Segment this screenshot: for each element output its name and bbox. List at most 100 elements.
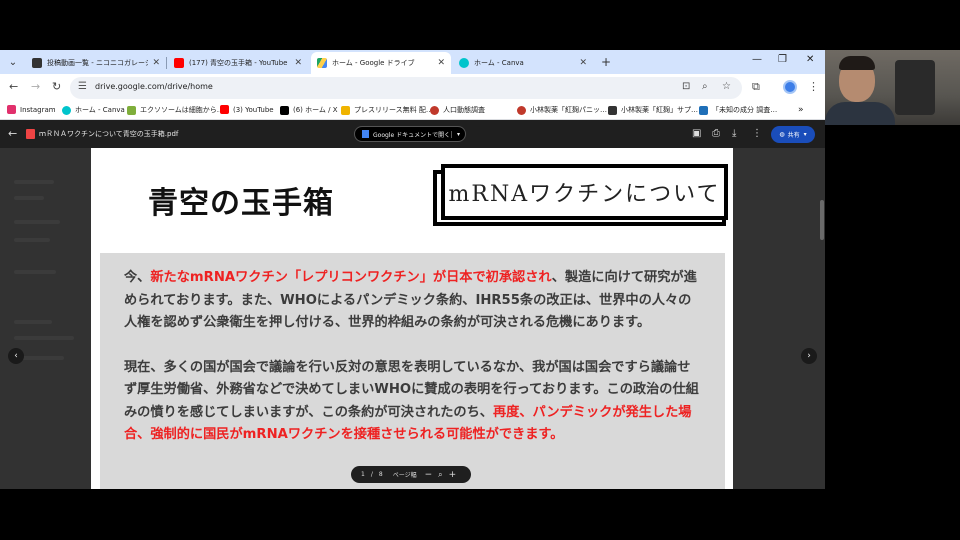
download-icon[interactable]: ⤓ (732, 128, 736, 139)
instagram-icon (7, 105, 16, 114)
open-with-label: Google ドキュメントで開く (373, 131, 451, 139)
ghost-line (14, 196, 44, 200)
share-label: 共有 (787, 132, 800, 139)
menu-kebab-icon[interactable]: ⋮ (808, 80, 819, 93)
browser-toolbar: ← → ↻ ☰ drive.google.com/drive/home ⊡ ⌕ … (0, 74, 825, 102)
highlighted-text: 新たなmRNAワクチン「レプリコンワクチン」が日本で初承認され (150, 270, 552, 285)
new-tab-icon[interactable]: + (601, 55, 611, 69)
close-tab-icon[interactable]: ✕ (152, 58, 160, 68)
tab-divider (166, 57, 167, 69)
tab-search-icon[interactable]: ⌄ (5, 54, 21, 70)
news-icon (608, 105, 617, 115)
paragraph-2: 現在、多くの国が国会で議論を行い反対の意思を表明しているなか、我が国は国会ですら… (124, 357, 701, 447)
survey-icon (430, 105, 439, 115)
google-docs-icon (362, 130, 369, 138)
close-tab-icon[interactable]: ✕ (437, 58, 445, 68)
tab-title: (177) 青空の玉手箱 - YouTube (189, 59, 288, 67)
webcam-overlay (825, 50, 960, 125)
background-drive-list (8, 160, 78, 480)
bookmark-star-icon[interactable]: ☆ (722, 81, 731, 92)
subtitle-box: mRNAワクチンについて (441, 164, 728, 220)
back-icon[interactable]: ← (9, 80, 18, 93)
bookmark-label: ホーム - Canva (75, 106, 125, 114)
tab-youtube[interactable]: (177) 青空の玉手箱 - YouTube ✕ (168, 52, 308, 74)
bookmarks-bar: Instagram ホーム - Canva エクソソームは細胞から… (3) Y… (0, 102, 825, 120)
more-bookmarks-icon[interactable]: » (798, 105, 804, 115)
tab-title: ホーム - Google ドライブ (332, 59, 415, 67)
screen: ⌄ 投稿動画一覧 - ニコニコガレージ ✕ (177) 青空の玉手箱 - You… (0, 0, 960, 540)
bookmark-label: 小林製薬「紅麹」サプ… (621, 106, 698, 114)
tab-canva[interactable]: ホーム - Canva ✕ (453, 52, 593, 74)
install-app-icon[interactable]: ⊡ (682, 81, 690, 92)
bookmark-label: 小林製薬「紅麹パニッ… (530, 106, 607, 114)
bookmark-kobayashi-2[interactable]: 小林製薬「紅麹」サプ… (608, 105, 698, 115)
reload-icon[interactable]: ↻ (52, 80, 61, 93)
restore-icon[interactable]: ❐ (778, 54, 787, 65)
previous-file-icon[interactable]: ‹ (8, 348, 24, 364)
bookmark-label: 「未知の成分 調査… (712, 106, 778, 114)
close-tab-icon[interactable]: ✕ (579, 58, 587, 68)
bookmark-label: エクソソームは細胞から… (140, 106, 224, 114)
bookmark-unknown-ingredient[interactable]: 「未知の成分 調査… (699, 105, 777, 115)
youtube-favicon-icon (174, 58, 184, 68)
bookmark-x[interactable]: (6) ホーム / X (280, 105, 338, 115)
background-furniture (895, 60, 935, 115)
paragraph-1: 今、新たなmRNAワクチン「レプリコンワクチン」が日本で初承認され、製造に向けて… (124, 267, 701, 335)
forward-icon[interactable]: → (31, 80, 40, 93)
dropdown-caret-icon[interactable]: ▾ (451, 130, 465, 138)
tab-google-drive[interactable]: ホーム - Google ドライブ ✕ (311, 52, 451, 74)
close-tab-icon[interactable]: ✕ (294, 58, 302, 68)
share-button[interactable]: ◍ 共有 ▾ (771, 126, 815, 143)
paragraph-text: 今、 (124, 270, 151, 285)
bookmark-exosome[interactable]: エクソソームは細胞から… (127, 105, 224, 115)
next-file-icon[interactable]: › (801, 348, 817, 364)
youtube-icon (220, 105, 229, 114)
viewer-back-icon[interactable]: ← (8, 127, 17, 140)
file-name: ｍＲＮＡワクチンについて青空の玉手箱.pdf (39, 130, 179, 138)
bookmark-canva[interactable]: ホーム - Canva (62, 105, 125, 115)
close-window-icon[interactable]: ✕ (806, 54, 814, 65)
zoom-in-icon[interactable]: + (449, 470, 457, 480)
ghost-line (14, 238, 50, 242)
bookmark-youtube[interactable]: (3) YouTube (220, 105, 274, 114)
bookmark-label: (6) ホーム / X (293, 106, 338, 114)
fit-width-label[interactable]: ページ幅 (393, 470, 417, 479)
pdf-page: 青空の玉手箱 mRNAワクチンについて 今、新たなmRNAワクチン「レプリコンワ… (91, 148, 733, 489)
zoom-out-icon[interactable]: − (425, 470, 433, 480)
canva-icon (62, 105, 71, 115)
browser-window: ⌄ 投稿動画一覧 - ニコニコガレージ ✕ (177) 青空の玉手箱 - You… (0, 50, 825, 489)
bookmark-label: 人口動態調査 (443, 106, 485, 114)
page-separator: / (370, 471, 373, 478)
body-text-panel: 今、新たなmRNAワクチン「レプリコンワクチン」が日本で初承認され、製造に向けて… (100, 253, 725, 489)
bookmark-press-release[interactable]: プレスリリース無料 配… (341, 105, 433, 115)
extensions-icon[interactable]: ⧉ (752, 80, 760, 94)
print-icon[interactable]: ⎙ (712, 128, 720, 139)
profile-avatar-icon[interactable] (783, 80, 797, 94)
current-page-input[interactable]: 1 (361, 471, 365, 478)
ghost-line (14, 270, 56, 274)
pdf-file-icon (26, 129, 35, 139)
open-with-docs-button[interactable]: Google ドキュメントで開く ▾ (354, 126, 466, 142)
zoom-icon[interactable]: ⌕ (702, 81, 708, 92)
bookmark-label: プレスリリース無料 配… (354, 106, 433, 114)
ghost-line (14, 220, 60, 224)
pdf-viewer: ← ｍＲＮＡワクチンについて青空の玉手箱.pdf Google ドキュメントで開… (0, 120, 825, 489)
minimize-icon[interactable]: — (752, 54, 762, 65)
tab-niconico[interactable]: 投稿動画一覧 - ニコニコガレージ ✕ (26, 52, 166, 74)
bookmark-population-survey[interactable]: 人口動態調査 (430, 105, 485, 115)
bookmark-label: Instagram (20, 105, 56, 114)
add-comment-icon[interactable]: ▣ (692, 128, 701, 139)
zoom-search-icon[interactable]: ⌕ (438, 470, 442, 480)
canva-favicon-icon (459, 58, 469, 68)
press-icon (341, 105, 350, 115)
document-subtitle: mRNAワクチンについて (448, 182, 721, 207)
scrollbar-thumb[interactable] (820, 200, 824, 240)
more-options-icon[interactable]: ⋮ (752, 128, 762, 139)
site-info-icon[interactable]: ☰ (78, 81, 87, 92)
address-bar[interactable]: ☰ drive.google.com/drive/home ⊡ ⌕ ☆ (70, 77, 742, 99)
globe-icon: ◍ (779, 131, 785, 138)
bookmark-instagram[interactable]: Instagram (7, 105, 56, 114)
bookmark-label: (3) YouTube (233, 105, 274, 114)
document-title: 青空の玉手箱 (148, 186, 334, 221)
bookmark-kobayashi-1[interactable]: 小林製薬「紅麹パニッ… (517, 105, 607, 115)
